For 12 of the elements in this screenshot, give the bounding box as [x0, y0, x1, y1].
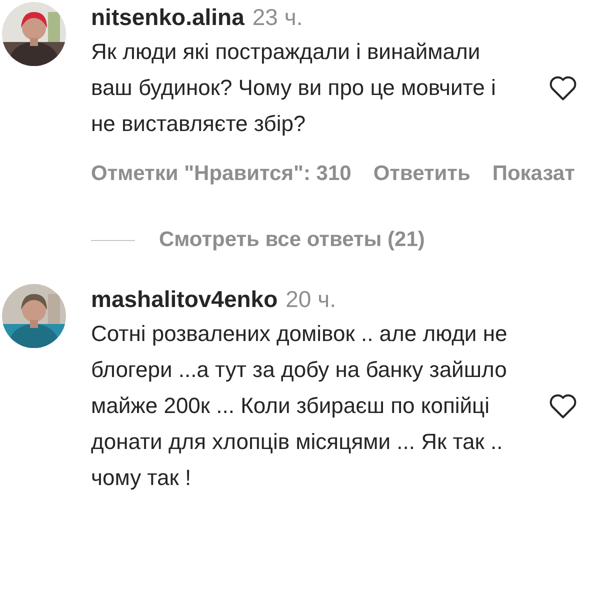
heart-icon[interactable]	[548, 392, 578, 420]
reply-button[interactable]: Ответить	[373, 162, 470, 186]
username[interactable]: nitsenko.alina	[91, 4, 244, 30]
more-button[interactable]: Показат	[492, 162, 575, 186]
comment-text: Як люди які постраждали і винаймали ваш будинок? Чому ви про це мовчите і не виставляєте збір?	[91, 38, 497, 138]
view-replies-link[interactable]: Смотреть все ответы (21)	[159, 228, 425, 252]
likes-count[interactable]: Отметки "Нравится": 310	[91, 162, 352, 186]
heart-icon[interactable]	[548, 74, 578, 102]
timestamp: 20 ч.	[286, 286, 336, 312]
timestamp: 23 ч.	[252, 4, 303, 30]
username[interactable]: mashalitov4enko	[91, 286, 278, 312]
comment-text: Сотні розвалених домівок .. але люди не блогери ...а тут за добу на банку зайшло майже 200к ... Коли збираєш по копійці донати для хлопців місяцями ... Як так .. чому так !	[91, 320, 508, 492]
